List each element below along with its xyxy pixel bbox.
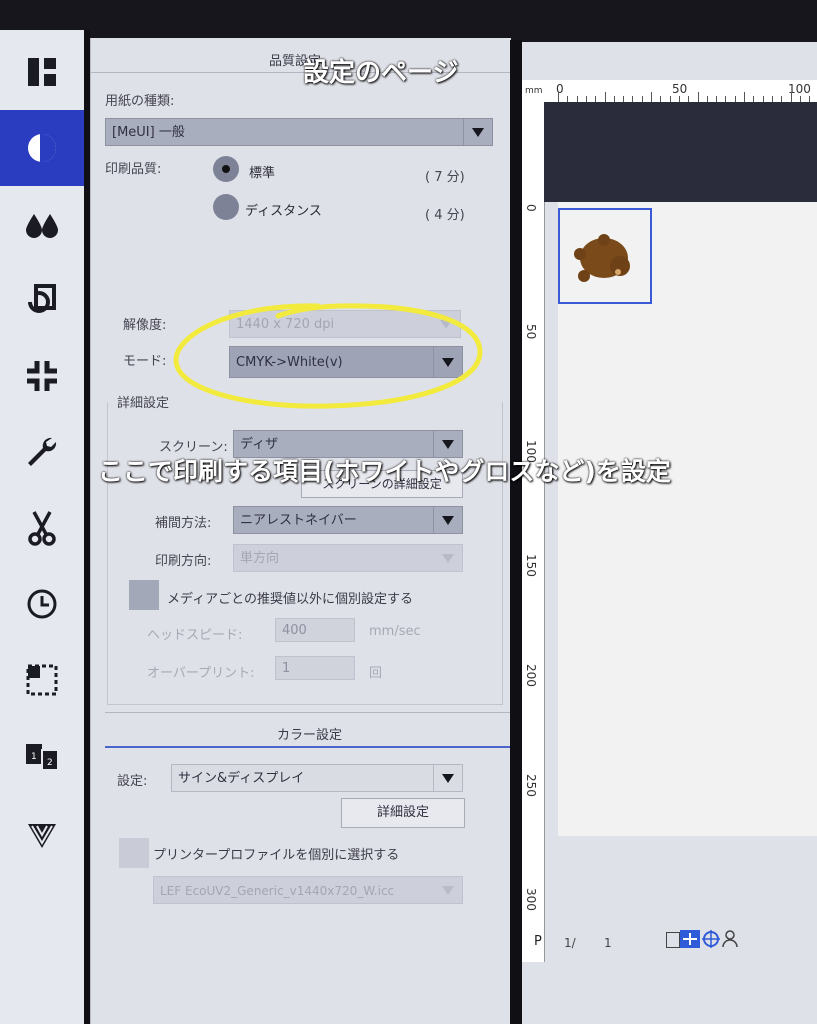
- color-header-underline: [105, 746, 511, 748]
- interp-label: 補間方法:: [155, 516, 212, 531]
- chevron-down-icon: [463, 119, 492, 145]
- direction-label: 印刷方向:: [155, 554, 212, 569]
- overlay-caption: ここで印刷する項目(ホワイトやグロスなど)を設定: [98, 457, 671, 486]
- custom-settings-label: メディアごとの推奨値以外に個別設定する: [167, 592, 413, 607]
- bear-image: [574, 234, 630, 282]
- v-ruler-label-200: 200: [524, 664, 538, 687]
- v-ruler-label-250: 250: [524, 774, 538, 797]
- preview-area: mm 0 50 100 0 50 100 150 200 250 300 P 1…: [522, 42, 817, 1024]
- contrast-icon[interactable]: [0, 110, 84, 186]
- overprint-label: オーバープリント:: [147, 666, 255, 681]
- head-speed-input[interactable]: 400: [275, 618, 355, 642]
- screen-value: ディザ: [240, 437, 279, 452]
- custom-settings-checkbox[interactable]: [129, 580, 159, 610]
- chevron-down-icon: [433, 507, 462, 533]
- compress-icon[interactable]: [0, 338, 84, 414]
- media-type-select[interactable]: [MeUI] 一般: [105, 118, 493, 146]
- ruler-tick: [651, 92, 652, 102]
- fit-icon[interactable]: [680, 930, 700, 948]
- ruler-tick: [558, 92, 559, 102]
- overprint-unit: 回: [369, 666, 383, 681]
- highlight-circle: [173, 303, 483, 409]
- media-type-label: 用紙の種類:: [105, 94, 175, 109]
- layout-icon[interactable]: [0, 34, 84, 110]
- divider: [84, 30, 90, 1024]
- overprint-input[interactable]: 1: [275, 656, 355, 680]
- page-total: 1: [604, 936, 612, 950]
- selected-image-frame[interactable]: [558, 208, 652, 304]
- target-icon[interactable]: [702, 930, 720, 948]
- quality-radio-standard[interactable]: [213, 156, 239, 182]
- clock-icon[interactable]: [0, 566, 84, 642]
- color-swatch-icon[interactable]: [0, 794, 84, 870]
- quality-distance-label: ディスタンス: [245, 204, 322, 219]
- profile-checkbox-label: プリンタープロファイルを個別に選択する: [153, 848, 400, 863]
- user-icon[interactable]: [722, 930, 738, 948]
- quality-distance-time: ( 4 分): [425, 208, 465, 223]
- v-ruler-label-50: 50: [524, 324, 538, 340]
- color-setting-value: サイン&ディスプレイ: [178, 771, 305, 786]
- profile-select[interactable]: LEF EcoUV2_Generic_v1440x720_W.icc: [153, 876, 463, 904]
- ruler-tick: [604, 92, 606, 102]
- page-view-icon[interactable]: [666, 932, 680, 948]
- pages-icon[interactable]: 12: [0, 718, 84, 794]
- profile-value: LEF EcoUV2_Generic_v1440x720_W.icc: [160, 884, 395, 898]
- chevron-down-icon: [433, 765, 462, 791]
- head-speed-unit: mm/sec: [369, 624, 421, 639]
- chevron-down-icon: [434, 545, 462, 571]
- head-speed-value: 400: [282, 623, 307, 638]
- color-settings-header: カラー設定: [277, 728, 343, 743]
- interp-select[interactable]: ニアレストネイバー: [233, 506, 463, 534]
- ruler-tick: [697, 92, 699, 102]
- ruler-unit: mm: [525, 86, 543, 96]
- ink-drops-icon[interactable]: [0, 186, 84, 262]
- copy-refresh-icon[interactable]: [0, 262, 84, 338]
- quality-standard-label: 標準: [249, 166, 276, 181]
- vertical-ruler: [522, 102, 545, 962]
- svg-text:1: 1: [31, 752, 37, 762]
- ruler-tick: [744, 92, 745, 102]
- v-ruler-label-0: 0: [524, 204, 538, 212]
- head-speed-label: ヘッドスピード:: [147, 628, 243, 643]
- color-setting-label: 設定:: [117, 774, 148, 789]
- h-ruler-label-50: 50: [672, 82, 688, 96]
- direction-select[interactable]: 単方向: [233, 544, 463, 572]
- svg-text:2: 2: [47, 758, 53, 768]
- divider: [105, 712, 511, 713]
- color-setting-select[interactable]: サイン&ディスプレイ: [171, 764, 463, 792]
- canvas-background: [544, 102, 817, 202]
- chevron-down-icon: [434, 877, 462, 903]
- interp-value: ニアレストネイバー: [240, 513, 357, 528]
- mode-label: モード:: [123, 354, 167, 369]
- scissors-icon[interactable]: [0, 490, 84, 566]
- color-detail-button[interactable]: 詳細設定: [341, 798, 465, 828]
- profile-checkbox[interactable]: [119, 838, 149, 868]
- tool-sidebar: 12: [0, 30, 84, 1024]
- quality-standard-time: ( 7 分): [425, 170, 465, 185]
- resolution-label: 解像度:: [123, 318, 167, 333]
- v-ruler-label-150: 150: [524, 554, 538, 577]
- quality-radio-distance[interactable]: [213, 194, 239, 220]
- page-label: P: [534, 934, 542, 949]
- ruler-tick: [790, 92, 792, 102]
- direction-value: 単方向: [240, 551, 280, 566]
- selection-icon[interactable]: [0, 642, 84, 718]
- settings-panel: 品質設定 用紙の種類: [MeUI] 一般 印刷品質: 標準 ( 7 分) ディ…: [90, 38, 511, 1024]
- media-type-value: [MeUI] 一般: [112, 125, 185, 140]
- divider: [510, 40, 522, 1024]
- overlay-title: 設定のページ: [303, 58, 459, 88]
- v-ruler-label-300: 300: [524, 888, 538, 911]
- page-current: 1/: [564, 936, 576, 950]
- quality-label: 印刷品質:: [105, 162, 162, 177]
- overprint-value: 1: [282, 661, 291, 676]
- wrench-icon[interactable]: [0, 414, 84, 490]
